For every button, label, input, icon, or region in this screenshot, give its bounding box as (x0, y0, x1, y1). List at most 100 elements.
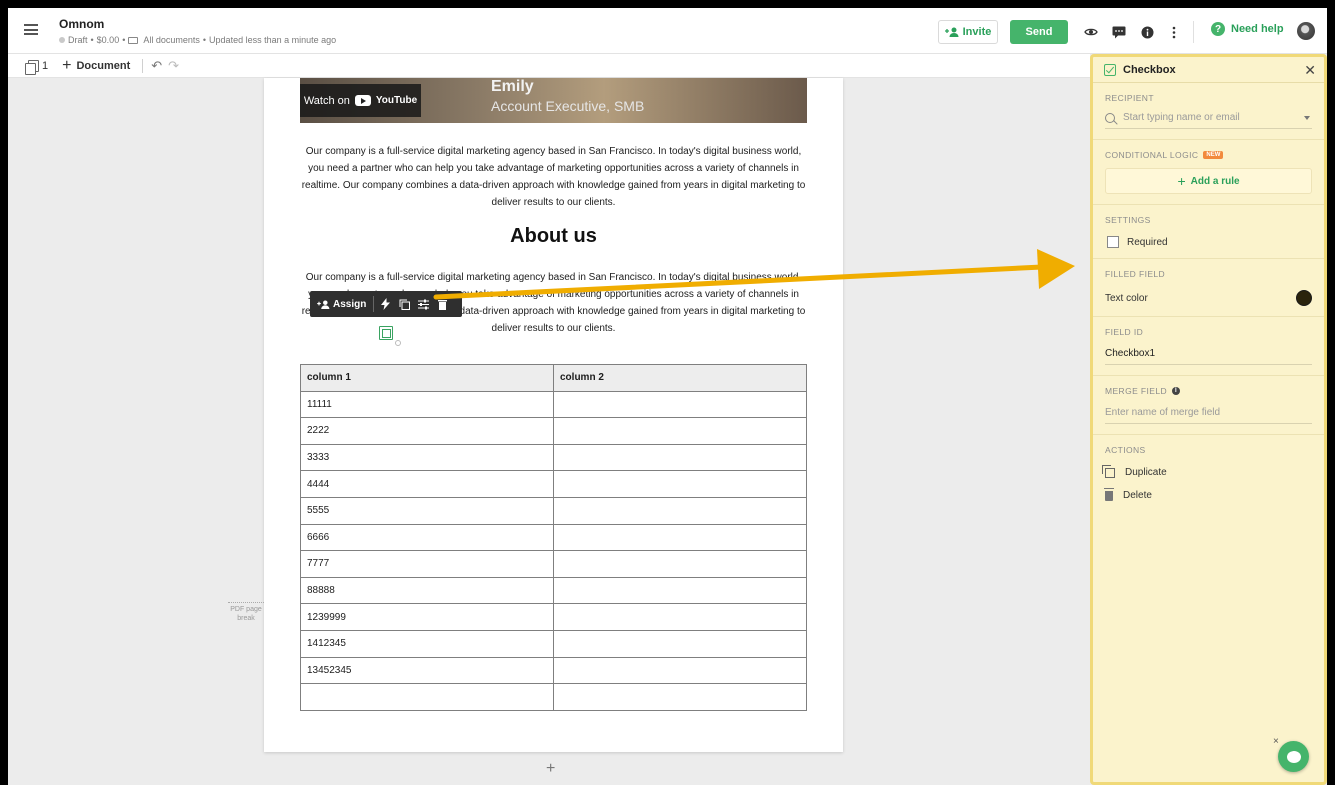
add-document-button[interactable]: + Document (62, 57, 130, 74)
table-cell (553, 443, 807, 472)
settings-sliders-icon[interactable] (415, 296, 431, 312)
chevron-down-icon (1304, 116, 1310, 120)
app-window: Omnom Draft • $0.00 • All documents • Up… (8, 8, 1327, 785)
price-text: $0.00 (96, 35, 120, 45)
assign-label: Assign (333, 298, 367, 310)
field-toolbar: Assign (310, 291, 462, 317)
video-person-role: Account Executive, SMB (491, 98, 645, 114)
table-row (300, 683, 807, 711)
invite-button[interactable]: Invite (938, 20, 998, 44)
checkbox-field[interactable] (379, 326, 393, 340)
youtube-label: YouTube (375, 95, 418, 106)
chat-launcher-button[interactable] (1278, 741, 1309, 772)
table-cell: 11111 (300, 390, 554, 419)
help-button[interactable]: ? Need help (1211, 22, 1284, 36)
add-person-icon (317, 299, 330, 309)
table-row: 2222 (300, 417, 807, 445)
youtube-icon (354, 95, 371, 106)
watch-on-youtube-button[interactable]: Watch on YouTube (300, 84, 421, 117)
filled-field-section: FILLED FIELD Text color (1093, 259, 1324, 317)
close-icon[interactable]: ✕ (1304, 62, 1316, 79)
settings-section: SETTINGS Required (1093, 205, 1324, 259)
help-icon: ? (1211, 22, 1225, 36)
table-row: 11111 (300, 390, 807, 419)
close-chat-icon[interactable]: × (1273, 736, 1279, 747)
menu-icon[interactable] (24, 24, 38, 35)
table-cell (553, 523, 807, 552)
redo-icon[interactable]: ↷ (168, 58, 179, 74)
table-cell (553, 496, 807, 525)
delete-button[interactable]: Delete (1104, 487, 1312, 501)
user-avatar[interactable] (1297, 22, 1315, 40)
video-person-name: Emily (491, 78, 534, 95)
field-id-label: FIELD ID (1105, 327, 1144, 337)
duplicate-button[interactable]: Duplicate (1102, 464, 1312, 478)
table-cell: 7777 (300, 550, 554, 578)
required-checkbox[interactable]: Required (1105, 236, 1312, 248)
actions-label: ACTIONS (1105, 445, 1146, 455)
recipient-label: RECIPIENT (1105, 93, 1154, 103)
table-row: 3333 (300, 443, 807, 472)
editor-toolbar: 1 + Document ↶ ↷ (8, 54, 1090, 78)
resize-handle[interactable] (395, 340, 401, 346)
lightning-icon[interactable] (377, 296, 393, 312)
required-checkbox-box[interactable] (1107, 236, 1119, 248)
send-button[interactable]: Send (1010, 20, 1068, 44)
table-row: 13452345 (300, 656, 807, 685)
pages-button[interactable]: 1 (25, 59, 49, 75)
updated-text: Updated less than a minute ago (209, 35, 337, 45)
chat-icon[interactable] (1111, 24, 1127, 40)
table-cell (553, 603, 807, 631)
eye-icon[interactable] (1083, 24, 1099, 40)
delete-label: Delete (1123, 490, 1152, 501)
table-row: 1239999 (300, 603, 807, 631)
more-icon[interactable] (1166, 24, 1182, 40)
merge-field-input[interactable]: Enter name of merge field (1105, 407, 1312, 424)
merge-field-label: MERGE FIELD (1105, 386, 1168, 396)
recipient-input[interactable]: Start typing name or email (1105, 112, 1312, 129)
table-cell: 88888 (300, 576, 554, 605)
field-properties-panel: Checkbox ✕ RECIPIENT Start typing name o… (1090, 54, 1327, 785)
filled-field-label: FILLED FIELD (1105, 269, 1166, 279)
assign-button[interactable]: Assign (310, 291, 373, 317)
video-embed[interactable]: Emily Account Executive, SMB Watch on Yo… (300, 78, 807, 123)
table-row: 6666 (300, 523, 807, 552)
search-icon (1105, 112, 1115, 123)
add-rule-button[interactable]: + Add a rule (1105, 168, 1312, 194)
chat-bubble-icon (1286, 748, 1301, 763)
page-count: 1 (42, 59, 49, 72)
info-icon[interactable] (1139, 24, 1155, 40)
duplicate-icon (1102, 464, 1115, 478)
document-title[interactable]: Omnom (59, 17, 104, 31)
text-color-swatch[interactable] (1296, 290, 1312, 306)
add-person-icon (944, 27, 959, 37)
table-cell (553, 470, 807, 498)
table-cell (553, 656, 807, 685)
toolbar-divider (142, 58, 144, 73)
table-cell: 2222 (300, 417, 554, 445)
info-icon[interactable]: i (1172, 387, 1181, 395)
table-cell (553, 390, 807, 419)
header-divider (1193, 21, 1194, 43)
folder-link[interactable]: All documents (143, 35, 200, 45)
duplicate-icon[interactable] (396, 296, 412, 312)
delete-icon[interactable] (434, 296, 450, 312)
top-header: Omnom Draft • $0.00 • All documents • Up… (8, 8, 1327, 54)
table-row: 88888 (300, 576, 807, 605)
table-cell: 4444 (300, 470, 554, 498)
merge-field-section: MERGE FIELD i Enter name of merge field (1093, 376, 1324, 435)
table-cell (553, 683, 807, 711)
undo-icon[interactable]: ↶ (151, 58, 162, 74)
pages-icon (25, 59, 39, 75)
field-id-input[interactable]: Checkbox1 (1105, 348, 1312, 365)
table-cell: 13452345 (300, 656, 554, 685)
document-page: Emily Account Executive, SMB Watch on Yo… (264, 78, 843, 752)
add-rule-label: Add a rule (1190, 175, 1240, 187)
table-header-row: column 1 column 2 (300, 364, 807, 392)
field-toolbar-divider (373, 296, 375, 312)
about-heading: About us (510, 225, 597, 247)
intro-paragraph: Our company is a full-service digital ma… (301, 146, 806, 208)
add-page-button[interactable]: + (546, 761, 555, 777)
duplicate-label: Duplicate (1125, 467, 1167, 478)
table-cell: 3333 (300, 443, 554, 472)
